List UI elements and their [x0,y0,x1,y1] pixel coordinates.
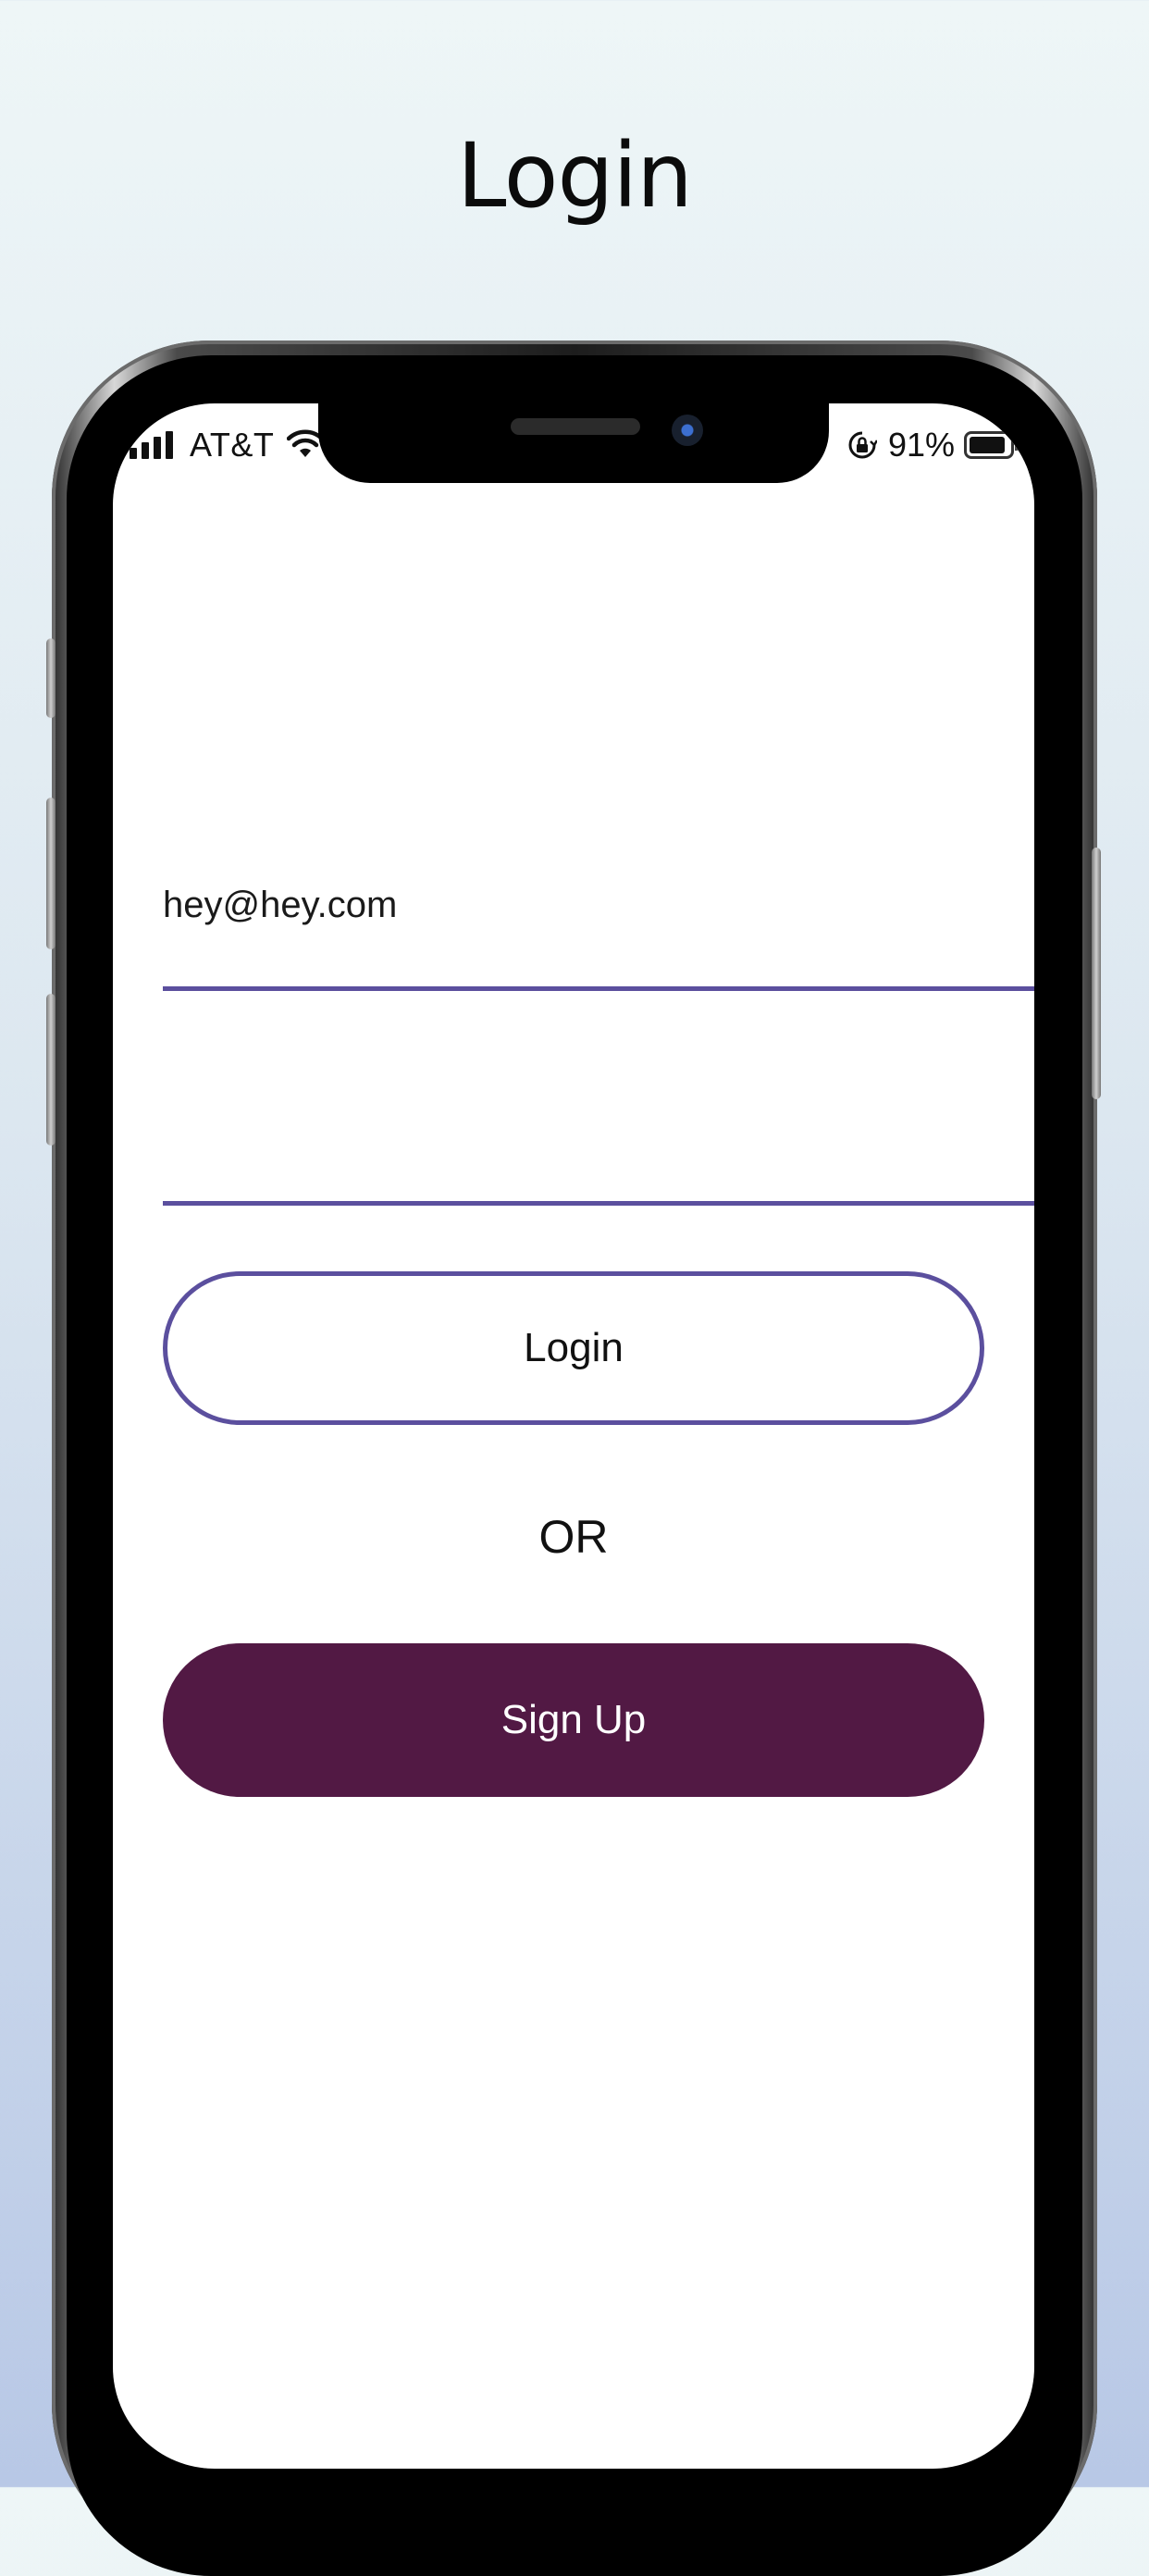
or-divider: OR [538,1511,609,1563]
signup-button-label: Sign Up [500,1697,647,1742]
signup-button[interactable]: Sign Up [163,1643,984,1797]
status-bar-right: 91% [847,422,1019,468]
front-camera [672,415,703,446]
notch [318,403,829,483]
volume-down-button [46,994,56,1146]
marketing-title: Login [457,124,693,228]
phone-screen: AT&T 91% hey@hey.com Login OR Sign Up [113,403,1034,2469]
password-field-underline [163,1201,1034,1206]
password-field[interactable] [163,1070,1034,1199]
email-field[interactable]: hey@hey.com [163,885,397,926]
orientation-lock-icon [848,431,877,459]
volume-up-button [46,798,56,949]
carrier-label: AT&T [190,426,275,464]
login-button[interactable]: Login [163,1271,984,1425]
login-button-label: Login [524,1325,624,1370]
status-bar-left: AT&T [113,422,325,468]
mute-switch [46,638,56,718]
email-field-underline [163,986,1034,991]
signal-icon [130,431,173,459]
earpiece-speaker [511,418,640,435]
power-button [1092,848,1101,1099]
battery-icon [964,431,1019,459]
battery-percentage: 91% [887,426,955,464]
battery-level-fill [970,437,1006,453]
